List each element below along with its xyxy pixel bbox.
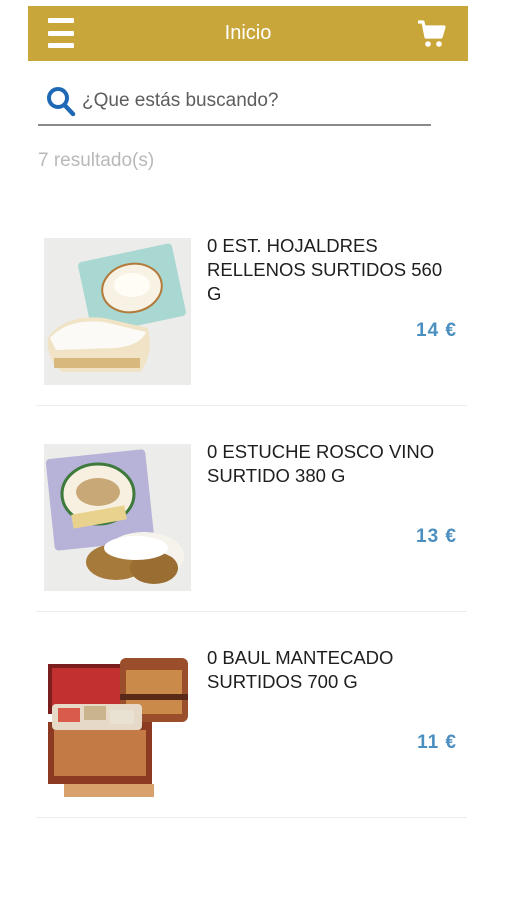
product-name: 0 EST. HOJALDRES RELLENOS SURTIDOS 560 G xyxy=(207,235,443,304)
app-screen: Inicio 7 resultado(s) xyxy=(0,0,507,900)
product-name: 0 ESTUCHE ROSCO VINO SURTIDO 380 G xyxy=(207,441,435,486)
product-item[interactable]: 0 EST. HOJALDRES RELLENOS SURTIDOS 560 G… xyxy=(36,200,467,406)
hamburger-menu-icon[interactable] xyxy=(48,18,74,48)
product-price: 13 € xyxy=(416,526,457,547)
product-price: 14 € xyxy=(416,320,457,341)
top-app-bar: Inicio xyxy=(28,6,468,61)
search-input[interactable] xyxy=(80,89,414,113)
product-image xyxy=(44,650,191,797)
product-list: 0 EST. HOJALDRES RELLENOS SURTIDOS 560 G… xyxy=(36,200,467,818)
product-item[interactable]: 0 BAUL MANTECADO SURTIDOS 700 G 11 € xyxy=(36,612,467,818)
product-price: 11 € xyxy=(417,732,457,753)
results-count: 7 resultado(s) xyxy=(38,150,155,171)
search-icon[interactable] xyxy=(46,85,76,117)
product-item[interactable]: 0 ESTUCHE ROSCO VINO SURTIDO 380 G 13 € xyxy=(36,406,467,612)
search-bar xyxy=(38,78,431,126)
product-image xyxy=(44,238,191,385)
product-name: 0 BAUL MANTECADO SURTIDOS 700 G xyxy=(207,647,394,692)
shopping-cart-icon[interactable] xyxy=(416,19,446,49)
product-image xyxy=(44,444,191,591)
page-title: Inicio xyxy=(224,22,272,44)
